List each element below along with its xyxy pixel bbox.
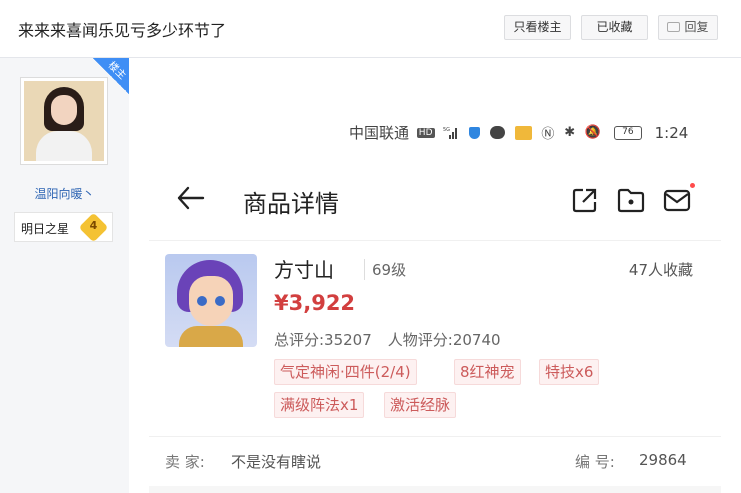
shield-icon [469, 126, 481, 139]
seller-label: 卖 家: [165, 453, 205, 471]
nfc-icon: Ⓝ [541, 127, 555, 142]
item-level: 69级 [364, 259, 406, 280]
only-owner-button[interactable]: 只看楼主 [504, 15, 571, 40]
reply-label: 回复 [684, 20, 709, 34]
divider [149, 436, 721, 437]
tag: 满级阵法x1 [274, 392, 365, 418]
favorites-count: 47人收藏 [628, 261, 693, 279]
tag: 激活经脉 [384, 392, 457, 418]
message-icon [489, 126, 505, 139]
thread-header: 来来来喜闻乐见亏多少环节了 只看楼主 已收藏 回复 [0, 0, 741, 58]
owner-badge: 楼主 [93, 58, 129, 94]
mail-notification-icon [514, 125, 532, 140]
item-card[interactable]: 方寸山 69级 47人收藏 ¥3,922 总评分:35207 人物评分:20740… [129, 244, 741, 434]
battery-icon: 76 [613, 125, 642, 140]
character-thumbnail [165, 254, 257, 347]
share-icon[interactable] [572, 187, 598, 213]
tag: 气定神闲·四件(2/4) [274, 359, 417, 385]
level-title: 明日之星 [21, 222, 70, 236]
hd-icon: HD [416, 127, 435, 138]
author-sidebar: 楼主 温阳向暖丶 明日之星 4 [0, 58, 129, 493]
carrier-label: 中国联通 [349, 124, 410, 142]
signal-icon: 5G [443, 127, 458, 139]
thread-title: 来来来喜闻乐见亏多少环节了 [18, 21, 227, 40]
seller-name[interactable]: 不是没有瞎说 [231, 451, 321, 472]
serial-number: 29864 [639, 451, 687, 469]
post-screenshot: 中国联通 HD 5G Ⓝ ✱ 🔕 76 1:24 商品详情 方寸山 69级 47… [129, 58, 741, 493]
mute-icon: 🔕 [584, 125, 602, 140]
unread-dot [690, 183, 695, 188]
favorited-button[interactable]: 已收藏 [581, 15, 648, 40]
divider [149, 240, 721, 241]
role-score: 人物评分:20740 [387, 331, 501, 349]
total-score: 总评分:35207 [274, 331, 372, 349]
serial-label: 编 号: [575, 453, 615, 471]
author-name-link[interactable]: 温阳向暖丶 [0, 185, 129, 202]
author-level[interactable]: 明日之星 4 [14, 212, 113, 243]
reply-button[interactable]: 回复 [658, 15, 718, 40]
back-arrow-icon[interactable] [175, 184, 209, 214]
reply-icon [667, 22, 681, 32]
divider [149, 486, 721, 493]
bluetooth-icon: ✱ [564, 125, 576, 140]
message-box-icon[interactable] [663, 187, 691, 213]
item-price: ¥3,922 [274, 291, 356, 315]
tag: 特技x6 [539, 359, 600, 385]
svg-text:5G: 5G [443, 127, 450, 133]
phone-status-bar: 中国联通 HD 5G Ⓝ ✱ 🔕 76 1:24 [349, 122, 688, 143]
folder-icon[interactable] [617, 187, 645, 213]
clock: 1:24 [654, 123, 689, 142]
page-title: 商品详情 [243, 190, 339, 218]
tag: 8红神宠 [454, 359, 521, 385]
avatar-image [24, 81, 104, 161]
item-scores: 总评分:35207 人物评分:20740 [274, 329, 501, 350]
owner-badge-label: 楼主 [105, 59, 128, 82]
item-name: 方寸山 [274, 258, 334, 282]
seller-row: 卖 家: 不是没有瞎说 编 号: 29864 [129, 442, 741, 478]
app-nav-bar: 商品详情 [129, 170, 741, 230]
level-number: 4 [89, 219, 98, 232]
